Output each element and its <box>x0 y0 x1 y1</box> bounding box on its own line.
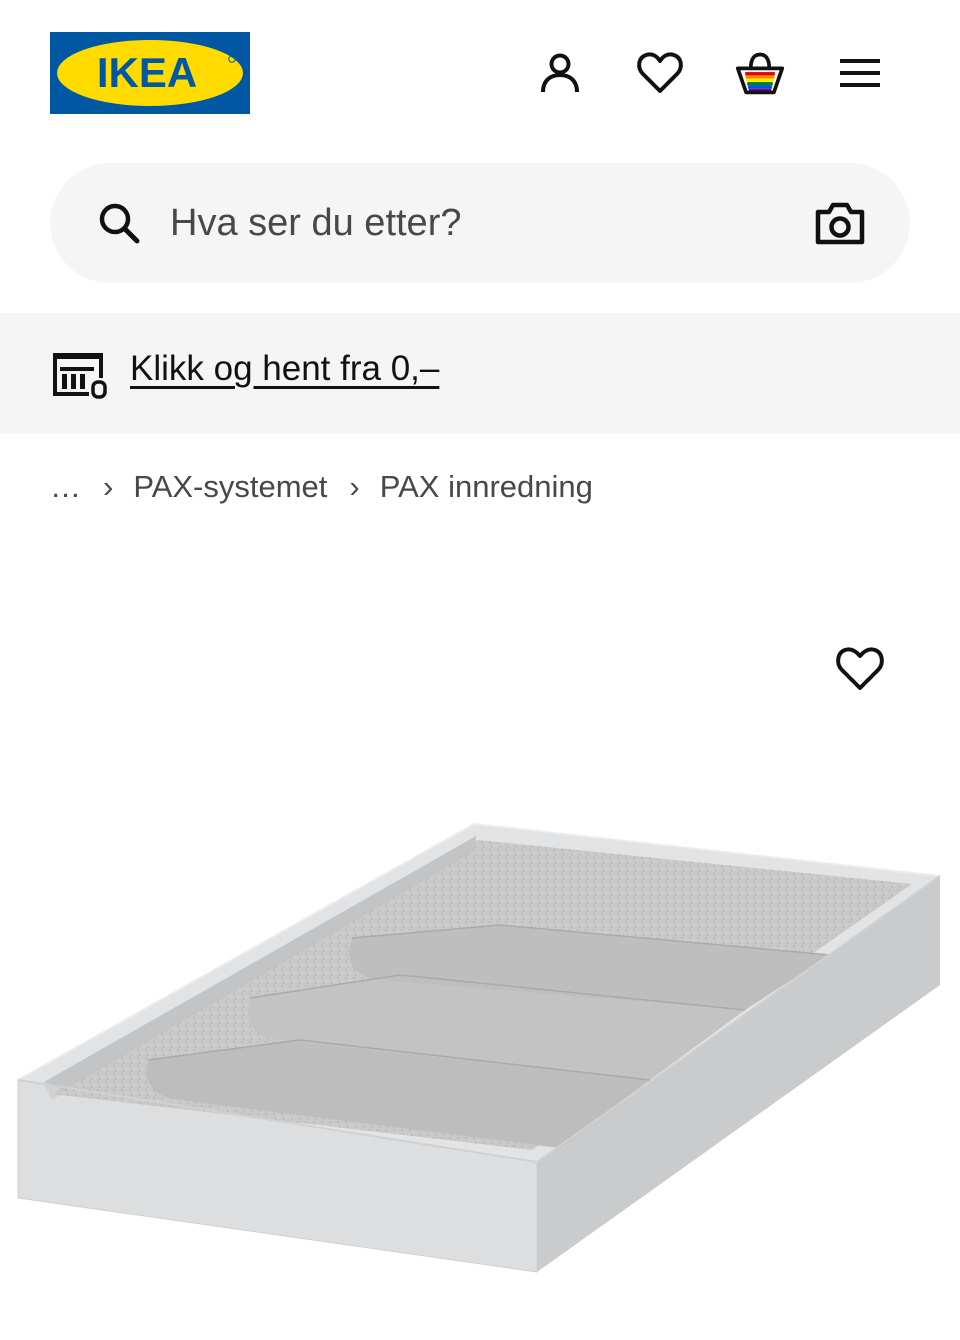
chevron-right-icon: › <box>103 469 114 504</box>
breadcrumb-item-pax-systemet[interactable]: PAX-systemet <box>133 469 327 505</box>
search-input[interactable] <box>170 195 770 251</box>
chevron-right-icon: › <box>349 469 360 504</box>
breadcrumb-ellipsis[interactable]: … <box>50 469 81 505</box>
account-button[interactable] <box>535 48 585 98</box>
store-icon <box>53 353 107 399</box>
menu-button[interactable] <box>835 48 885 98</box>
favorites-button[interactable] <box>635 48 685 98</box>
product-image[interactable] <box>0 800 960 1300</box>
breadcrumb-item-pax-innredning[interactable]: PAX innredning <box>380 469 593 505</box>
person-icon <box>541 53 579 93</box>
hamburger-menu-icon <box>840 59 880 87</box>
search-icon[interactable] <box>96 200 142 246</box>
ikea-logo[interactable]: IKEA <box>50 32 250 114</box>
site-header: IKEA <box>0 0 960 150</box>
basket-button[interactable] <box>735 48 785 98</box>
click-collect-link[interactable]: Klikk og hent fra 0,– <box>130 349 439 389</box>
camera-icon[interactable] <box>812 198 868 250</box>
basket-icon <box>735 52 785 95</box>
logo-text: IKEA <box>97 49 197 96</box>
heart-icon <box>836 647 884 690</box>
heart-icon <box>637 52 683 93</box>
ikea-logo-graphic: IKEA <box>50 32 250 114</box>
add-to-favorites-button[interactable] <box>834 642 886 694</box>
breadcrumb: … › PAX-systemet › PAX innredning <box>50 465 593 509</box>
